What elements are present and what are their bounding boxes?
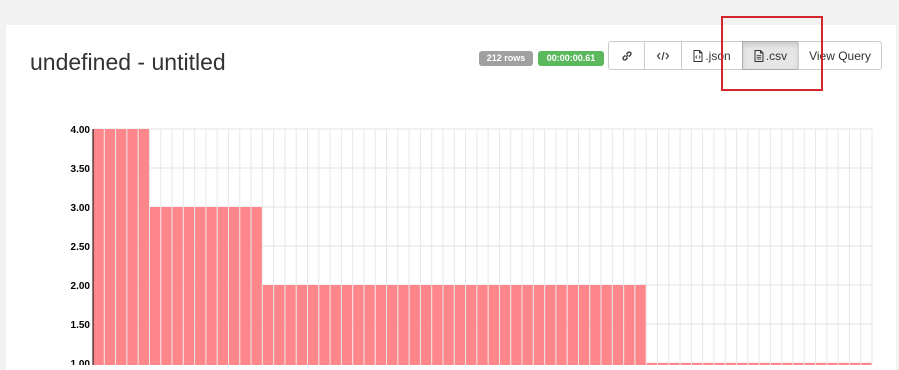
- y-tick-label: 2.00: [71, 281, 91, 292]
- bar: [251, 207, 262, 365]
- bar: [499, 285, 511, 365]
- bar: [240, 207, 251, 365]
- bar: [533, 285, 545, 365]
- bar: [364, 285, 375, 365]
- bar: [409, 285, 420, 365]
- bar: [183, 207, 195, 365]
- bar-chart: 4.00 3.50 3.00 2.50 2.00 1.50 1.00: [71, 125, 873, 365]
- bar: [601, 285, 612, 365]
- bar: [387, 285, 398, 365]
- bar: [375, 285, 387, 365]
- bar: [466, 285, 477, 365]
- bar: [330, 285, 341, 365]
- bar: [522, 285, 533, 365]
- bar: [138, 129, 149, 365]
- bar: [398, 285, 409, 365]
- bar: [353, 285, 364, 365]
- bar: [556, 285, 567, 365]
- bar: [545, 285, 556, 365]
- bar: [308, 285, 319, 365]
- y-tick-label: 1.50: [71, 320, 91, 331]
- y-tick-label: 3.00: [71, 203, 91, 214]
- y-tick-label: 2.50: [71, 242, 91, 253]
- bar: [161, 207, 172, 365]
- y-tick-label: 1.00: [71, 359, 91, 365]
- bar: [612, 285, 624, 365]
- bar: [172, 207, 183, 365]
- bar: [567, 285, 578, 365]
- bar: [296, 285, 308, 365]
- bar: [477, 285, 488, 365]
- bar: [104, 129, 116, 365]
- bar: [262, 285, 274, 365]
- bar: [488, 285, 499, 365]
- bar: [149, 207, 161, 365]
- bar: [590, 285, 601, 365]
- bar: [511, 285, 522, 365]
- y-tick-label: 4.00: [71, 125, 91, 136]
- bar: [341, 285, 353, 365]
- y-tick-label: 3.50: [71, 164, 91, 175]
- bar: [274, 285, 285, 365]
- bar: [454, 285, 466, 365]
- bar: [443, 285, 454, 365]
- bar: [127, 129, 138, 365]
- bar: [432, 285, 443, 365]
- bar: [285, 285, 296, 365]
- bar: [206, 207, 217, 365]
- bar: [578, 285, 590, 365]
- bar: [116, 129, 127, 365]
- bar: [93, 129, 104, 365]
- bar: [635, 285, 646, 365]
- bar: [195, 207, 206, 365]
- bar: [624, 285, 635, 365]
- bar: [217, 207, 228, 365]
- bar: [319, 285, 330, 365]
- bar: [228, 207, 240, 365]
- bar: [420, 285, 432, 365]
